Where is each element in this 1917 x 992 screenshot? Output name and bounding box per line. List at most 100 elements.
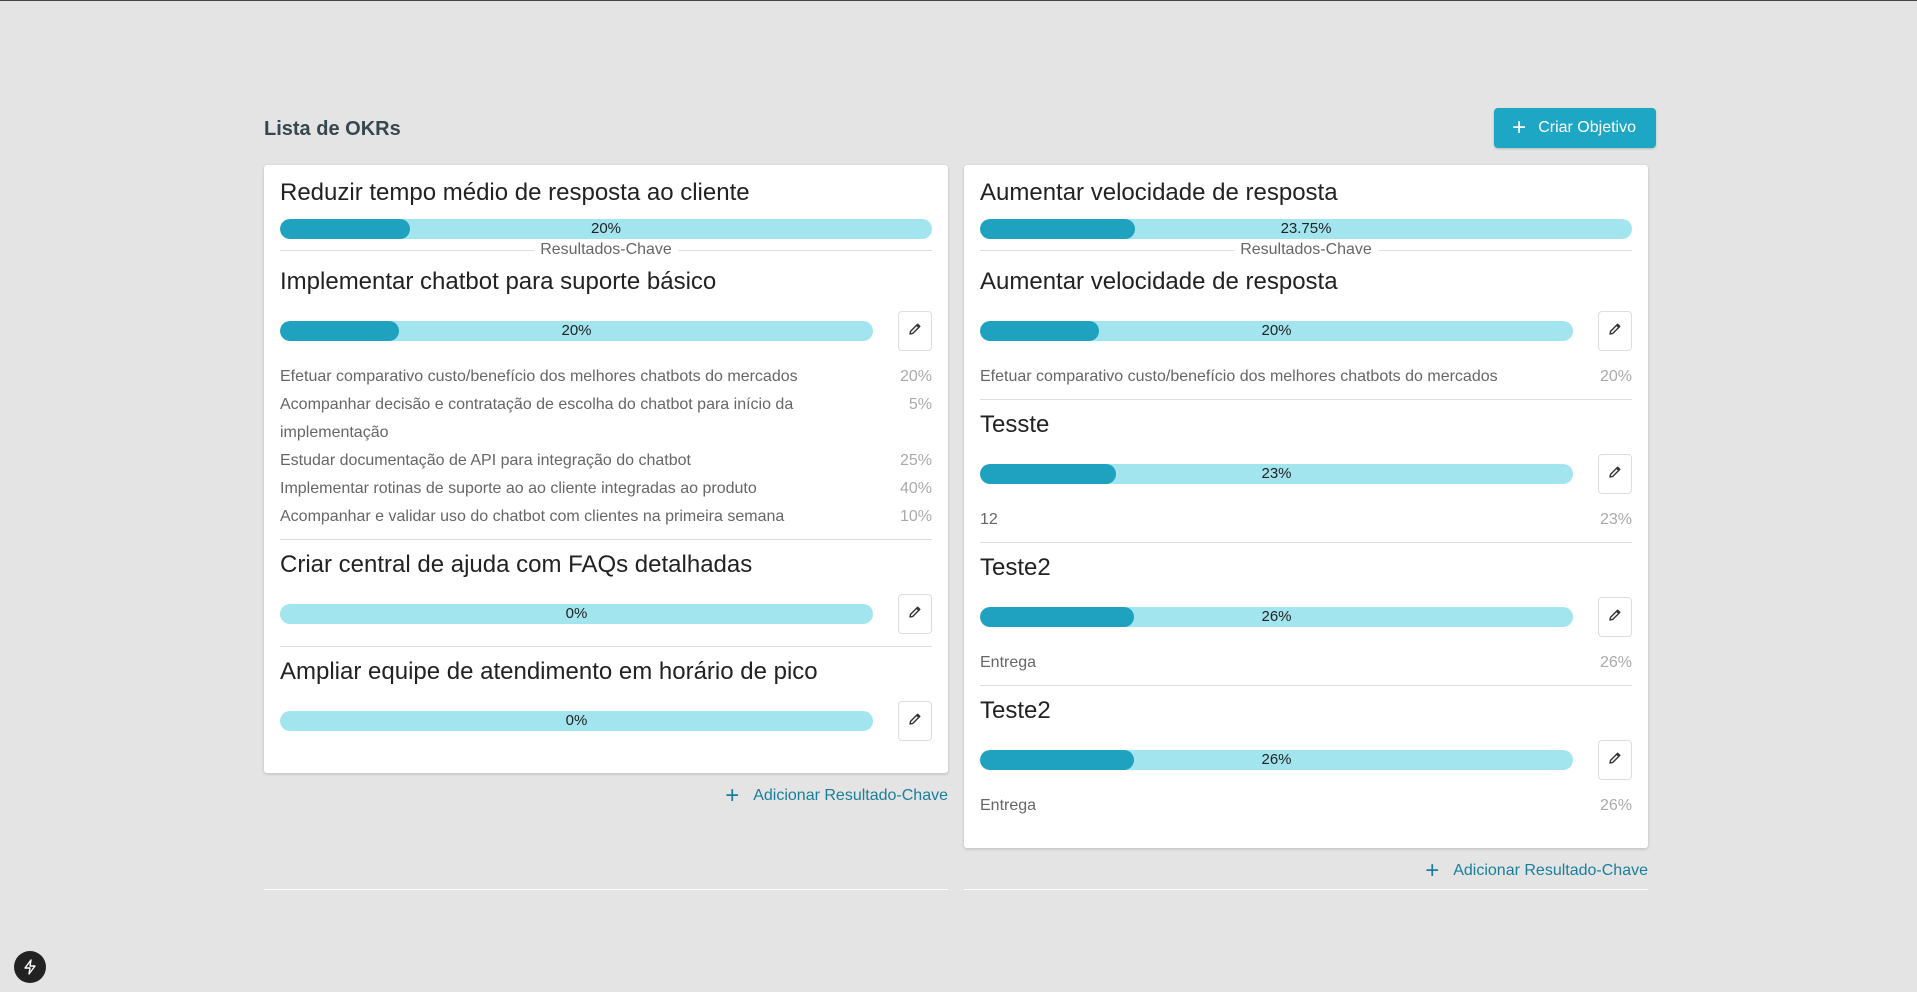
task-percent: 26% xyxy=(1599,797,1632,814)
task-name: Efetuar comparativo custo/benefício dos … xyxy=(280,368,798,385)
edit-key-result-button[interactable] xyxy=(1598,311,1632,351)
key-result-title: Teste2 xyxy=(980,554,1051,581)
key-result-title: Aumentar velocidade de resposta xyxy=(980,268,1338,295)
task-name: Estudar documentação de API para integra… xyxy=(280,452,691,469)
key-result-progress-row: 26% xyxy=(980,593,1632,641)
task-item: Efetuar comparativo custo/benefício dos … xyxy=(980,363,1632,391)
task-name: Implementar rotinas de suporte ao ao cli… xyxy=(280,480,757,497)
key-result-progress-bar: 26% xyxy=(980,607,1573,627)
task-name: Entrega xyxy=(980,654,1037,671)
key-result-progress-row: 20% xyxy=(980,307,1632,355)
key-results-label: Resultados-Chave xyxy=(1234,241,1378,259)
task-percent: 40% xyxy=(899,480,932,497)
pencil-icon xyxy=(908,605,922,624)
key-result-progress-row: 20% xyxy=(280,307,932,355)
key-result-title: Implementar chatbot para suporte básico xyxy=(280,268,717,295)
task-item: Implementar rotinas de suporte ao ao cli… xyxy=(280,475,932,503)
progress-label: 0% xyxy=(565,605,588,622)
task-percent: 26% xyxy=(1599,654,1632,671)
key-result-progress-row: 0% xyxy=(280,590,932,638)
progress-label: 26% xyxy=(1261,751,1292,768)
progress-label: 20% xyxy=(1261,322,1292,339)
page-header: Lista de OKRs + Criar Objetivo xyxy=(264,108,1656,148)
task-item: Entrega 26% xyxy=(980,649,1632,677)
edit-key-result-button[interactable] xyxy=(898,701,932,741)
key-result-progress-row: 23% xyxy=(980,450,1632,498)
task-item: Acompanhar decisão e contratação de esco… xyxy=(280,391,932,447)
objective-card: Reduzir tempo médio de resposta ao clien… xyxy=(264,165,948,773)
task-list: Entrega 26% xyxy=(980,649,1632,677)
key-result-progress-bar: 20% xyxy=(280,321,873,341)
edit-key-result-button[interactable] xyxy=(898,594,932,634)
task-name: 12 xyxy=(980,511,998,528)
add-key-result-button[interactable]: + Adicionar Resultado-Chave xyxy=(964,857,1648,884)
key-result-progress-row: 0% xyxy=(280,697,932,745)
create-objective-button[interactable]: + Criar Objetivo xyxy=(1494,108,1656,148)
key-result: Aumentar velocidade de resposta 20% Efetua… xyxy=(980,265,1632,400)
key-result-progress-bar: 26% xyxy=(980,750,1573,770)
column-divider-right xyxy=(964,889,1648,890)
progress-label: 20% xyxy=(590,220,622,237)
progress-label: 23.75% xyxy=(1280,220,1332,237)
plus-icon: + xyxy=(1512,114,1527,141)
task-item: Efetuar comparativo custo/benefício dos … xyxy=(280,363,932,391)
task-name: Entrega xyxy=(980,797,1037,814)
task-percent: 20% xyxy=(1599,368,1632,385)
progress-label: 26% xyxy=(1261,608,1292,625)
key-result-progress-row: 26% xyxy=(980,736,1632,784)
progress-label: 23% xyxy=(1261,465,1292,482)
add-key-result-label: Adicionar Resultado-Chave xyxy=(1453,862,1648,879)
pencil-icon xyxy=(908,322,922,341)
key-result: Implementar chatbot para suporte básico 2… xyxy=(280,265,932,540)
key-result: Criar central de ajuda com FAQs detalhad… xyxy=(280,548,932,647)
key-result: Tesste 23% 12 23% xyxy=(980,408,1632,543)
create-objective-label: Criar Objetivo xyxy=(1538,119,1636,136)
task-percent: 20% xyxy=(899,368,932,385)
edit-key-result-button[interactable] xyxy=(898,311,932,351)
objective-column-2: Aumentar velocidade de resposta 23.75% Res… xyxy=(964,165,1648,884)
key-result: Teste2 26% Entrega 26% xyxy=(980,551,1632,686)
key-result-progress-bar: 0% xyxy=(280,604,873,624)
edit-key-result-button[interactable] xyxy=(1598,597,1632,637)
task-name: Acompanhar e validar uso do chatbot com … xyxy=(280,508,785,525)
objective-progress-bar: 23.75% xyxy=(980,219,1632,239)
objective-card: Aumentar velocidade de resposta 23.75% Res… xyxy=(964,165,1648,848)
task-item: Acompanhar e validar uso do chatbot com … xyxy=(280,503,932,531)
edit-key-result-button[interactable] xyxy=(1598,740,1632,780)
progress-label: 0% xyxy=(565,712,588,729)
task-percent: 25% xyxy=(899,452,932,469)
edit-key-result-button[interactable] xyxy=(1598,454,1632,494)
key-result-progress-bar: 23% xyxy=(980,464,1573,484)
task-item: Estudar documentação de API para integra… xyxy=(280,447,932,475)
task-item: Entrega 26% xyxy=(980,792,1632,820)
pencil-icon xyxy=(1608,751,1622,770)
key-result: Teste2 26% Entrega 26% xyxy=(980,694,1632,828)
objective-column-1: Reduzir tempo médio de resposta ao clien… xyxy=(264,165,948,809)
key-result-progress-bar: 0% xyxy=(280,711,873,731)
page-title: Lista de OKRs xyxy=(264,118,401,140)
key-result-title: Teste2 xyxy=(980,697,1051,724)
key-result-title: Criar central de ajuda com FAQs detalhad… xyxy=(280,551,753,578)
add-key-result-label: Adicionar Resultado-Chave xyxy=(753,787,948,804)
key-results-label: Resultados-Chave xyxy=(534,241,678,259)
pencil-icon xyxy=(1608,608,1622,627)
task-percent: 23% xyxy=(1599,511,1632,528)
task-list: 12 23% xyxy=(980,506,1632,534)
objective-title: Reduzir tempo médio de resposta ao clien… xyxy=(280,179,750,206)
key-results-divider: Resultados-Chave xyxy=(280,241,932,263)
task-list: Entrega 26% xyxy=(980,792,1632,820)
add-key-result-button[interactable]: + Adicionar Resultado-Chave xyxy=(264,782,948,809)
key-result-title: Ampliar equipe de atendimento em horário… xyxy=(280,658,818,685)
key-results-divider: Resultados-Chave xyxy=(980,241,1632,263)
progress-label: 20% xyxy=(561,322,592,339)
task-percent: 5% xyxy=(908,396,932,413)
objective-title: Aumentar velocidade de resposta xyxy=(980,179,1338,206)
plus-icon: + xyxy=(1425,857,1440,884)
task-percent: 10% xyxy=(899,508,932,525)
key-result-progress-bar: 20% xyxy=(980,321,1573,341)
plus-icon: + xyxy=(725,782,740,809)
pencil-icon xyxy=(1608,322,1622,341)
lightning-icon[interactable] xyxy=(14,951,46,983)
key-result: Ampliar equipe de atendimento em horário… xyxy=(280,655,932,753)
pencil-icon xyxy=(908,712,922,731)
